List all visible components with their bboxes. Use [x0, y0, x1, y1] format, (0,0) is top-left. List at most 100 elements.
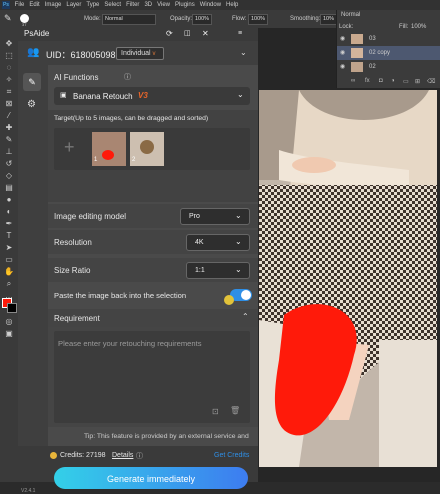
paste-label: Paste the image back into the selection — [54, 291, 187, 300]
opacity-field[interactable]: 100% — [192, 14, 212, 25]
user-icon[interactable]: 👥 — [27, 47, 39, 58]
target-thumb-2[interactable]: 2 — [130, 132, 164, 166]
dodge-tool-icon[interactable]: ◐ — [4, 208, 14, 216]
chevron-down-icon[interactable]: ⌄ — [240, 48, 247, 57]
close-icon[interactable]: ✕ — [202, 27, 209, 41]
type-tool-icon[interactable]: T — [4, 232, 14, 240]
model-select[interactable]: Pro ⌄ — [180, 208, 250, 225]
layer-row[interactable]: ◉ 02 — [337, 60, 440, 74]
info-icon[interactable]: ⓘ — [124, 72, 131, 82]
psaide-panel: PsAide ⟳ ◫ ✕ ≡ 👥 UID：618005098 Individua… — [18, 27, 258, 494]
plan-badge[interactable]: Individual v — [116, 47, 164, 60]
function-value: Banana Retouch — [73, 92, 133, 101]
requirement-input[interactable]: Please enter your retouching requirement… — [54, 331, 250, 423]
resolution-select[interactable]: 4K ⌄ — [186, 234, 250, 251]
frame-tool-icon[interactable]: ⊠ — [4, 100, 14, 108]
menu-layer[interactable]: Layer — [66, 2, 81, 8]
photo-document[interactable] — [259, 90, 437, 467]
history-brush-icon[interactable]: ↺ — [4, 160, 14, 168]
menu-edit[interactable]: Edit — [29, 2, 39, 8]
stamp-tool-icon[interactable]: ⊥ — [4, 148, 14, 156]
eraser-tool-icon[interactable]: ◇ — [4, 172, 14, 180]
new-layer-icon[interactable]: ⊞ — [415, 78, 420, 85]
get-credits-link[interactable]: Get Credits — [214, 452, 249, 459]
menu-view[interactable]: View — [157, 2, 170, 8]
menu-type[interactable]: Type — [86, 2, 99, 8]
mask-icon[interactable]: ◘ — [379, 78, 383, 84]
marquee-tool-icon[interactable]: ⬚ — [4, 52, 14, 60]
requirement-placeholder: Please enter your retouching requirement… — [58, 339, 202, 348]
delete-layer-icon[interactable]: ⌫ — [427, 78, 435, 85]
layers-panel: Normal Lock: Fill: 100% ◉ 03 ◉ 02 copy ◉… — [336, 10, 440, 88]
refresh-icon[interactable]: ⟳ — [166, 27, 173, 41]
fill-field[interactable]: 100% — [411, 24, 426, 30]
eye-icon[interactable]: ◉ — [340, 49, 345, 56]
layers-footer: ∞ fx ◘ ◑ ▭ ⊞ ⌫ — [337, 76, 440, 88]
eyedropper-icon[interactable]: ⁄ — [4, 112, 14, 120]
crop-tool-icon[interactable]: ⌗ — [4, 88, 14, 96]
panel-title: PsAide — [24, 29, 50, 38]
brush-tab-icon[interactable]: ✎ — [23, 73, 41, 91]
lock-label: Lock: — [339, 24, 354, 30]
plan-version: v — [152, 51, 156, 57]
ratio-select[interactable]: 1:1 ⌄ — [186, 262, 250, 279]
panel-main: AI Functions ⓘ ▣ Banana Retouch V3 ⌄ Tar… — [18, 65, 258, 489]
path-select-icon[interactable]: ➤ — [4, 244, 14, 252]
eye-icon[interactable]: ◉ — [340, 63, 345, 70]
menu-3d[interactable]: 3D — [144, 2, 152, 8]
gradient-tool-icon[interactable]: ▤ — [4, 184, 14, 192]
menu-filter[interactable]: Filter — [126, 2, 139, 8]
menu-file[interactable]: File — [15, 2, 25, 8]
hand-tool-icon[interactable]: ✋ — [4, 268, 14, 276]
lasso-tool-icon[interactable]: ◌ — [4, 64, 14, 72]
zoom-tool-icon[interactable]: ⌕ — [4, 280, 14, 288]
trash-icon[interactable]: 🗑 — [230, 406, 240, 415]
menu-bar: Ps File Edit Image Layer Type Select Filter 3D V… — [0, 0, 440, 10]
pin-icon[interactable]: ◫ — [184, 27, 191, 41]
layer-row[interactable]: ◉ 03 — [337, 32, 440, 46]
link-icon[interactable]: ∞ — [351, 78, 355, 84]
plus-icon[interactable]: + — [64, 137, 75, 158]
menu-image[interactable]: Image — [45, 2, 62, 8]
panel-menu-icon[interactable]: ≡ — [238, 27, 242, 41]
magic-wand-icon[interactable]: ✧ — [4, 76, 14, 84]
menu-plugins[interactable]: Plugins — [175, 2, 195, 8]
mode-select[interactable]: Normal — [102, 14, 156, 25]
blend-mode-select[interactable]: Normal — [341, 12, 360, 18]
generate-button[interactable]: Generate immediately — [54, 467, 248, 489]
chevron-up-icon[interactable]: ⌃ — [242, 312, 249, 321]
shape-tool-icon[interactable]: ▭ — [4, 256, 14, 264]
requirement-header[interactable]: Requirement ⌃ — [48, 309, 258, 327]
menu-select[interactable]: Select — [104, 2, 121, 8]
chevron-down-icon: ⌄ — [235, 265, 242, 274]
brush-tool-icon[interactable]: ✎ — [4, 136, 14, 144]
background-color[interactable] — [7, 303, 17, 313]
generate-label: Generate immediately — [106, 474, 196, 484]
thumb-index: 2 — [132, 157, 136, 163]
layer-row[interactable]: ◉ 02 copy — [337, 46, 440, 60]
adjustment-icon[interactable]: ◑ — [391, 78, 395, 84]
screen-mode-icon[interactable]: ▣ — [4, 330, 14, 338]
details-link[interactable]: Details — [112, 452, 133, 459]
menu-help[interactable]: Help — [226, 2, 238, 8]
flow-field[interactable]: 100% — [248, 14, 268, 25]
pen-tool-icon[interactable]: ✒ — [4, 220, 14, 228]
layer-name: 02 — [369, 64, 376, 70]
target-thumb-1[interactable]: 1 — [92, 132, 126, 166]
fx-icon[interactable]: fx — [365, 78, 370, 84]
blur-tool-icon[interactable]: ● — [4, 196, 14, 204]
function-select[interactable]: ▣ Banana Retouch V3 ⌄ — [54, 87, 250, 105]
move-tool-icon[interactable]: ✥ — [4, 40, 14, 48]
quick-mask-icon[interactable]: ◎ — [4, 318, 14, 326]
brush-icon[interactable]: ✎ — [4, 13, 12, 24]
target-drop-area[interactable]: + 1 2 — [54, 128, 250, 170]
ps-logo-icon[interactable]: Ps — [2, 1, 10, 9]
gear-icon[interactable]: ⚙ — [27, 99, 36, 110]
layer-name: 02 copy — [369, 50, 391, 56]
eye-icon[interactable]: ◉ — [340, 35, 345, 42]
info-small-icon[interactable]: ⓘ — [136, 451, 143, 461]
folder-icon[interactable]: ▭ — [403, 78, 409, 85]
gallery-icon[interactable]: ⊡ — [212, 407, 219, 416]
healing-brush-icon[interactable]: ✚ — [4, 124, 14, 132]
menu-window[interactable]: Window — [200, 2, 221, 8]
